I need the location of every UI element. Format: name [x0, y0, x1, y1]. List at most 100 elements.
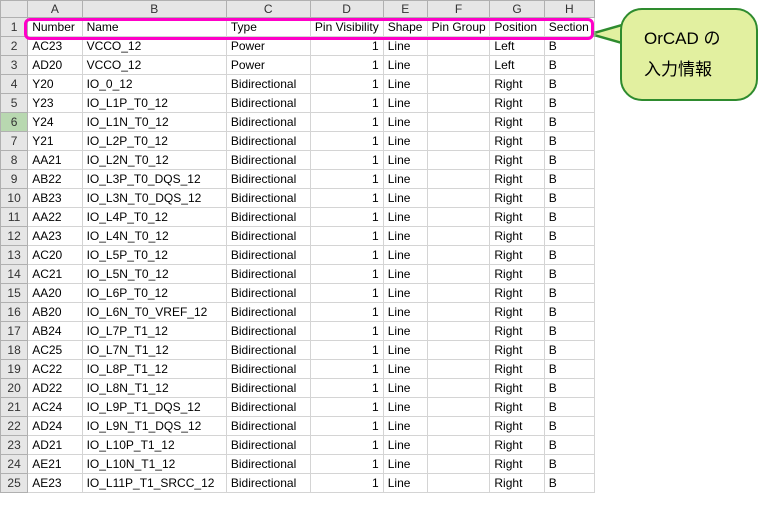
row-head[interactable]: 9: [1, 170, 28, 189]
cell-F[interactable]: [427, 417, 490, 436]
cell-D[interactable]: 1: [310, 170, 383, 189]
cell-G[interactable]: Right: [490, 284, 544, 303]
col-head-G[interactable]: G: [490, 1, 544, 18]
cell-B[interactable]: IO_L4N_T0_12: [82, 227, 226, 246]
cell-E[interactable]: Line: [383, 436, 427, 455]
cell-B[interactable]: IO_L7N_T1_12: [82, 341, 226, 360]
cell-B[interactable]: Name: [82, 18, 226, 37]
cell-B[interactable]: IO_L6N_T0_VREF_12: [82, 303, 226, 322]
cell-A[interactable]: AB20: [28, 303, 82, 322]
cell-A[interactable]: AC22: [28, 360, 82, 379]
cell-A[interactable]: AD22: [28, 379, 82, 398]
cell-H[interactable]: B: [544, 417, 594, 436]
cell-B[interactable]: IO_L4P_T0_12: [82, 208, 226, 227]
cell-D[interactable]: 1: [310, 37, 383, 56]
cell-D[interactable]: 1: [310, 246, 383, 265]
cell-H[interactable]: B: [544, 284, 594, 303]
cell-C[interactable]: Bidirectional: [226, 170, 310, 189]
cell-D[interactable]: 1: [310, 132, 383, 151]
cell-B[interactable]: IO_L11P_T1_SRCC_12: [82, 474, 226, 493]
cell-G[interactable]: Right: [490, 151, 544, 170]
cell-H[interactable]: B: [544, 56, 594, 75]
cell-H[interactable]: B: [544, 246, 594, 265]
row-head[interactable]: 23: [1, 436, 28, 455]
row-head[interactable]: 3: [1, 56, 28, 75]
cell-E[interactable]: Line: [383, 170, 427, 189]
cell-D[interactable]: 1: [310, 284, 383, 303]
cell-F[interactable]: [427, 208, 490, 227]
cell-F[interactable]: [427, 94, 490, 113]
cell-D[interactable]: 1: [310, 455, 383, 474]
cell-F[interactable]: [427, 474, 490, 493]
cell-B[interactable]: IO_L9P_T1_DQS_12: [82, 398, 226, 417]
cell-B[interactable]: IO_L10P_T1_12: [82, 436, 226, 455]
cell-E[interactable]: Line: [383, 75, 427, 94]
cell-H[interactable]: B: [544, 208, 594, 227]
cell-F[interactable]: [427, 322, 490, 341]
cell-D[interactable]: 1: [310, 265, 383, 284]
cell-E[interactable]: Line: [383, 341, 427, 360]
cell-H[interactable]: B: [544, 170, 594, 189]
cell-F[interactable]: [427, 436, 490, 455]
cell-E[interactable]: Line: [383, 303, 427, 322]
cell-F[interactable]: [427, 132, 490, 151]
cell-A[interactable]: AB24: [28, 322, 82, 341]
row-head[interactable]: 2: [1, 37, 28, 56]
cell-A[interactable]: AD24: [28, 417, 82, 436]
cell-A[interactable]: AB23: [28, 189, 82, 208]
cell-G[interactable]: Left: [490, 56, 544, 75]
cell-B[interactable]: VCCO_12: [82, 56, 226, 75]
cell-G[interactable]: Right: [490, 132, 544, 151]
cell-A[interactable]: AC23: [28, 37, 82, 56]
cell-E[interactable]: Line: [383, 94, 427, 113]
cell-H[interactable]: B: [544, 436, 594, 455]
cell-F[interactable]: [427, 56, 490, 75]
cell-H[interactable]: B: [544, 189, 594, 208]
row-head[interactable]: 18: [1, 341, 28, 360]
cell-C[interactable]: Bidirectional: [226, 265, 310, 284]
cell-G[interactable]: Right: [490, 94, 544, 113]
row-head[interactable]: 6: [1, 113, 28, 132]
cell-G[interactable]: Right: [490, 75, 544, 94]
cell-C[interactable]: Bidirectional: [226, 455, 310, 474]
row-head[interactable]: 7: [1, 132, 28, 151]
cell-B[interactable]: IO_L1P_T0_12: [82, 94, 226, 113]
cell-C[interactable]: Bidirectional: [226, 360, 310, 379]
cell-H[interactable]: B: [544, 379, 594, 398]
cell-F[interactable]: [427, 455, 490, 474]
cell-E[interactable]: Line: [383, 151, 427, 170]
cell-C[interactable]: Bidirectional: [226, 246, 310, 265]
cell-F[interactable]: [427, 246, 490, 265]
cell-B[interactable]: IO_L7P_T1_12: [82, 322, 226, 341]
cell-G[interactable]: Right: [490, 379, 544, 398]
cell-C[interactable]: Bidirectional: [226, 132, 310, 151]
cell-D[interactable]: 1: [310, 474, 383, 493]
row-head[interactable]: 17: [1, 322, 28, 341]
cell-G[interactable]: Right: [490, 398, 544, 417]
col-head-B[interactable]: B: [82, 1, 226, 18]
cell-C[interactable]: Bidirectional: [226, 417, 310, 436]
cell-A[interactable]: Y23: [28, 94, 82, 113]
cell-B[interactable]: IO_L6P_T0_12: [82, 284, 226, 303]
cell-A[interactable]: AD21: [28, 436, 82, 455]
cell-D[interactable]: 1: [310, 208, 383, 227]
cell-A[interactable]: Y21: [28, 132, 82, 151]
cell-B[interactable]: IO_L10N_T1_12: [82, 455, 226, 474]
row-head[interactable]: 4: [1, 75, 28, 94]
cell-C[interactable]: Bidirectional: [226, 303, 310, 322]
cell-E[interactable]: Line: [383, 208, 427, 227]
cell-C[interactable]: Bidirectional: [226, 284, 310, 303]
cell-B[interactable]: IO_L2N_T0_12: [82, 151, 226, 170]
cell-F[interactable]: [427, 75, 490, 94]
cell-B[interactable]: IO_L3N_T0_DQS_12: [82, 189, 226, 208]
cell-A[interactable]: AA23: [28, 227, 82, 246]
cell-E[interactable]: Line: [383, 417, 427, 436]
cell-G[interactable]: Right: [490, 360, 544, 379]
cell-E[interactable]: Line: [383, 360, 427, 379]
row-head[interactable]: 25: [1, 474, 28, 493]
cell-F[interactable]: [427, 113, 490, 132]
cell-A[interactable]: AC20: [28, 246, 82, 265]
cell-A[interactable]: AE23: [28, 474, 82, 493]
cell-H[interactable]: B: [544, 227, 594, 246]
cell-A[interactable]: AC21: [28, 265, 82, 284]
